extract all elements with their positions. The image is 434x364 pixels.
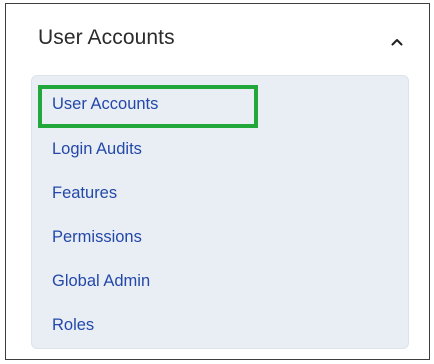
menu-item-user-accounts[interactable]: User Accounts [52,95,158,114]
user-accounts-panel: User Accounts User Accounts Login Audits… [5,3,430,360]
menu-item-global-admin[interactable]: Global Admin [52,272,150,291]
panel-header[interactable]: User Accounts [6,4,429,82]
menu-item-permissions[interactable]: Permissions [52,228,142,247]
menu-item-login-audits[interactable]: Login Audits [52,140,142,159]
panel-title: User Accounts [38,26,175,49]
submenu-list: User Accounts Login Audits Features Perm… [31,75,409,349]
chevron-up-icon[interactable] [389,34,405,50]
menu-item-roles[interactable]: Roles [52,316,94,335]
menu-item-features[interactable]: Features [52,184,117,203]
